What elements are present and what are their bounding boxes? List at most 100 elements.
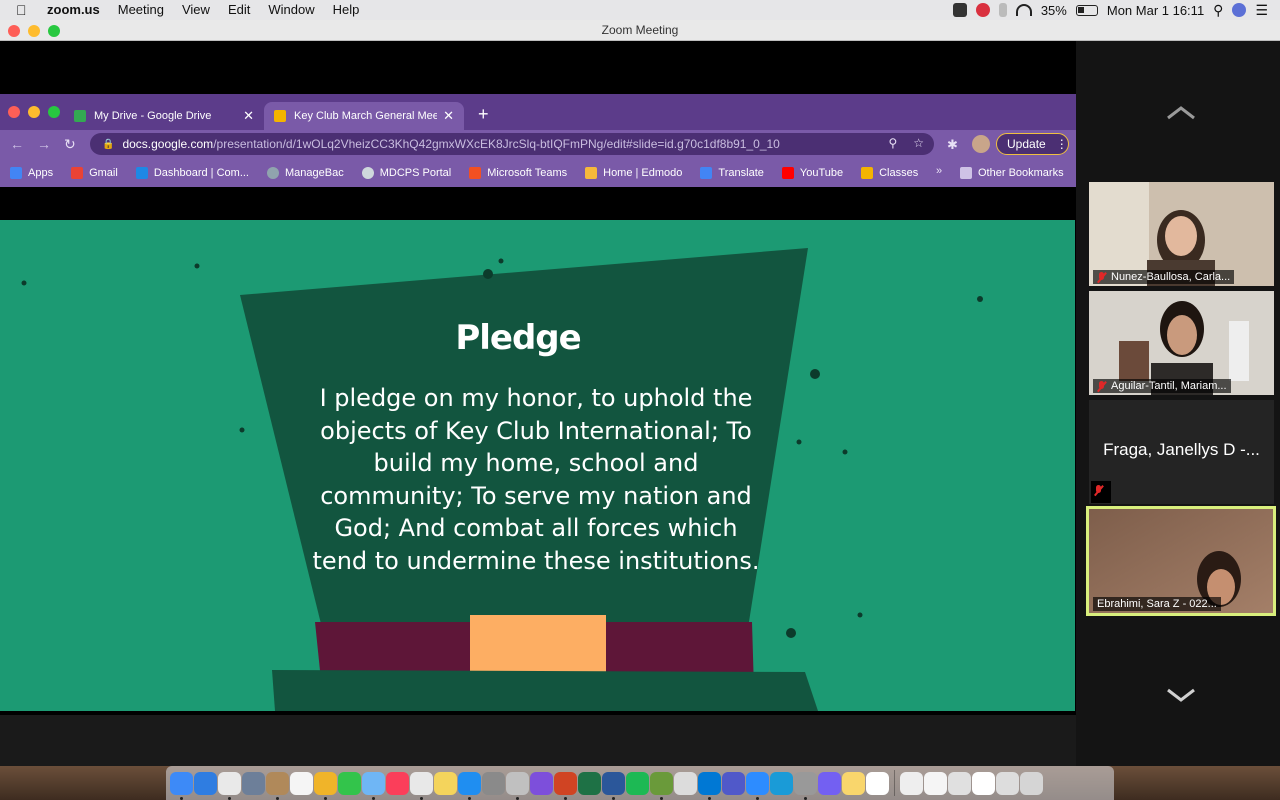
dock-app-icon[interactable] — [194, 771, 217, 795]
dock-app-icon[interactable] — [242, 771, 265, 795]
tab-close-icon[interactable]: ✕ — [243, 108, 254, 124]
dock-app-icon[interactable] — [924, 771, 947, 795]
dock-app-icon[interactable] — [482, 771, 505, 795]
zoom-window-button[interactable] — [48, 25, 60, 37]
bookmark-classes[interactable]: Classes — [861, 166, 918, 179]
chrome-close-button[interactable] — [8, 106, 20, 118]
bookmark-microsoft-teams[interactable]: Microsoft Teams — [469, 166, 567, 179]
apple-menu-icon[interactable]:  — [16, 2, 36, 18]
participant-name-label: Nunez-Baullosa, Carla... — [1093, 270, 1235, 284]
bookmarks-overflow-button[interactable]: » — [936, 165, 942, 177]
menu-help[interactable]: Help — [324, 0, 369, 20]
menu-view[interactable]: View — [173, 0, 219, 20]
other-bookmarks-folder[interactable]: Other Bookmarks — [960, 158, 1064, 187]
chrome-maximize-button[interactable] — [48, 106, 60, 118]
dock-app-icon[interactable] — [602, 771, 625, 800]
dock-app-icon[interactable] — [972, 771, 995, 795]
dock-app-icon[interactable] — [434, 771, 457, 795]
gmail-icon — [71, 166, 84, 179]
bookmark-mdcps-portal[interactable]: MDCPS Portal — [361, 166, 451, 179]
window-controls — [8, 25, 60, 37]
dock-app-icon[interactable] — [506, 771, 529, 800]
dock-app-icon[interactable] — [410, 771, 433, 800]
chrome-minimize-button[interactable] — [28, 106, 40, 118]
url-path: /presentation/d/1wOLq2VheizCC3KhQ42gmxWX… — [213, 137, 780, 151]
bookmark-apps[interactable]: Apps — [10, 166, 53, 179]
zoom-status-icon[interactable] — [952, 3, 967, 17]
profile-avatar[interactable] — [972, 135, 990, 153]
url-host: docs.google.com — [122, 137, 214, 151]
bookmark-edmodo[interactable]: Home | Edmodo — [585, 166, 682, 179]
extensions-puzzle-icon[interactable]: ✱ — [947, 137, 958, 153]
bookmark-gmail[interactable]: Gmail — [71, 166, 118, 179]
dock-app-icon[interactable] — [1020, 771, 1043, 795]
bookmark-star-icon[interactable]: ☆ — [913, 136, 924, 150]
update-button[interactable]: Update ⋮ — [996, 133, 1069, 155]
bookmark-dashboard[interactable]: Dashboard | Com... — [135, 166, 249, 179]
close-window-button[interactable] — [8, 25, 20, 37]
siri-icon[interactable] — [1232, 3, 1247, 17]
scroll-up-chevron-icon[interactable] — [1166, 104, 1196, 122]
bookmark-translate[interactable]: Translate — [700, 166, 764, 179]
dock-app-icon[interactable] — [554, 771, 577, 800]
dock-app-icon[interactable] — [290, 771, 313, 795]
bluetooth-icon[interactable] — [998, 3, 1007, 17]
control-center-icon[interactable]: ☰ — [1255, 2, 1268, 19]
kebab-menu-icon[interactable]: ⋮ — [1056, 137, 1068, 151]
dock-app-icon[interactable] — [314, 771, 337, 800]
spotlight-search-icon[interactable]: ⚲ — [1213, 2, 1223, 19]
dock-app-icon[interactable] — [650, 771, 673, 800]
menu-edit[interactable]: Edit — [219, 0, 259, 20]
minimize-window-button[interactable] — [28, 25, 40, 37]
wifi-icon[interactable] — [1015, 4, 1032, 16]
tab-key-club-slides[interactable]: Key Club March General Meeting ✕ — [264, 102, 464, 130]
dock-app-icon[interactable] — [746, 771, 769, 800]
dock-app-icon[interactable] — [842, 771, 865, 795]
dock-app-icon[interactable] — [386, 771, 409, 795]
dock-app-icon[interactable] — [530, 771, 553, 795]
dock-app-icon[interactable] — [338, 771, 361, 795]
running-indicator — [420, 796, 423, 800]
dock-app-icon[interactable] — [458, 771, 481, 800]
dock-app-icon[interactable] — [170, 771, 193, 800]
scroll-down-chevron-icon[interactable] — [1166, 686, 1196, 704]
address-bar[interactable]: 🔒 docs.google.com /presentation/d/1wOLq2… — [90, 133, 934, 155]
dock-app-icon[interactable] — [674, 771, 697, 795]
forward-arrow-icon[interactable]: → — [37, 136, 51, 152]
dock-app-icon[interactable] — [266, 771, 289, 800]
zoom-magnifier-icon[interactable]: ⚲ — [888, 136, 897, 150]
battery-icon[interactable] — [1075, 4, 1098, 16]
tab-google-drive[interactable]: My Drive - Google Drive ✕ — [64, 102, 264, 130]
dock-app-icon[interactable] — [818, 771, 841, 795]
menu-app-name[interactable]: zoom.us — [38, 0, 109, 20]
dock-app-icon[interactable] — [794, 771, 817, 800]
participant-name-label: Aguilar-Tantil, Mariam... — [1093, 379, 1231, 393]
dock-app-icon[interactable] — [362, 771, 385, 800]
dock-app-icon[interactable] — [996, 771, 1019, 795]
back-arrow-icon[interactable]: ← — [10, 136, 24, 152]
participant-tile-sara-active-speaker[interactable]: Ebrahimi, Sara Z - 022... — [1086, 506, 1276, 616]
menu-window[interactable]: Window — [259, 0, 323, 20]
new-tab-button[interactable]: + — [478, 104, 489, 125]
menubar-clock[interactable]: Mon Mar 1 16:11 — [1107, 3, 1204, 18]
reload-icon[interactable]: ↻ — [64, 136, 76, 153]
participant-tile-carla[interactable]: Nunez-Baullosa, Carla... — [1089, 182, 1274, 286]
dock-app-icon[interactable] — [866, 771, 889, 795]
dock-app-icon[interactable] — [698, 771, 721, 800]
running-indicator — [276, 796, 279, 800]
dock-app-icon[interactable] — [948, 771, 971, 795]
menu-meeting[interactable]: Meeting — [109, 0, 173, 20]
running-indicator — [804, 796, 807, 800]
dock-app-icon[interactable] — [900, 771, 923, 795]
tab-close-icon[interactable]: ✕ — [443, 108, 454, 124]
dock-app-icon[interactable] — [578, 771, 601, 795]
dock-app-icon[interactable] — [722, 771, 745, 795]
participant-tile-janellys[interactable]: Fraga, Janellys D -... — [1089, 400, 1274, 504]
participant-tile-mariam[interactable]: Aguilar-Tantil, Mariam... — [1089, 291, 1274, 395]
dock-app-icon[interactable] — [218, 771, 241, 800]
dock-app-icon[interactable] — [626, 771, 649, 795]
bookmark-managebac[interactable]: ManageBac — [267, 166, 344, 179]
bookmark-youtube[interactable]: YouTube — [781, 166, 843, 179]
dock-app-icon[interactable] — [770, 771, 793, 795]
notification-icon[interactable] — [975, 3, 990, 17]
